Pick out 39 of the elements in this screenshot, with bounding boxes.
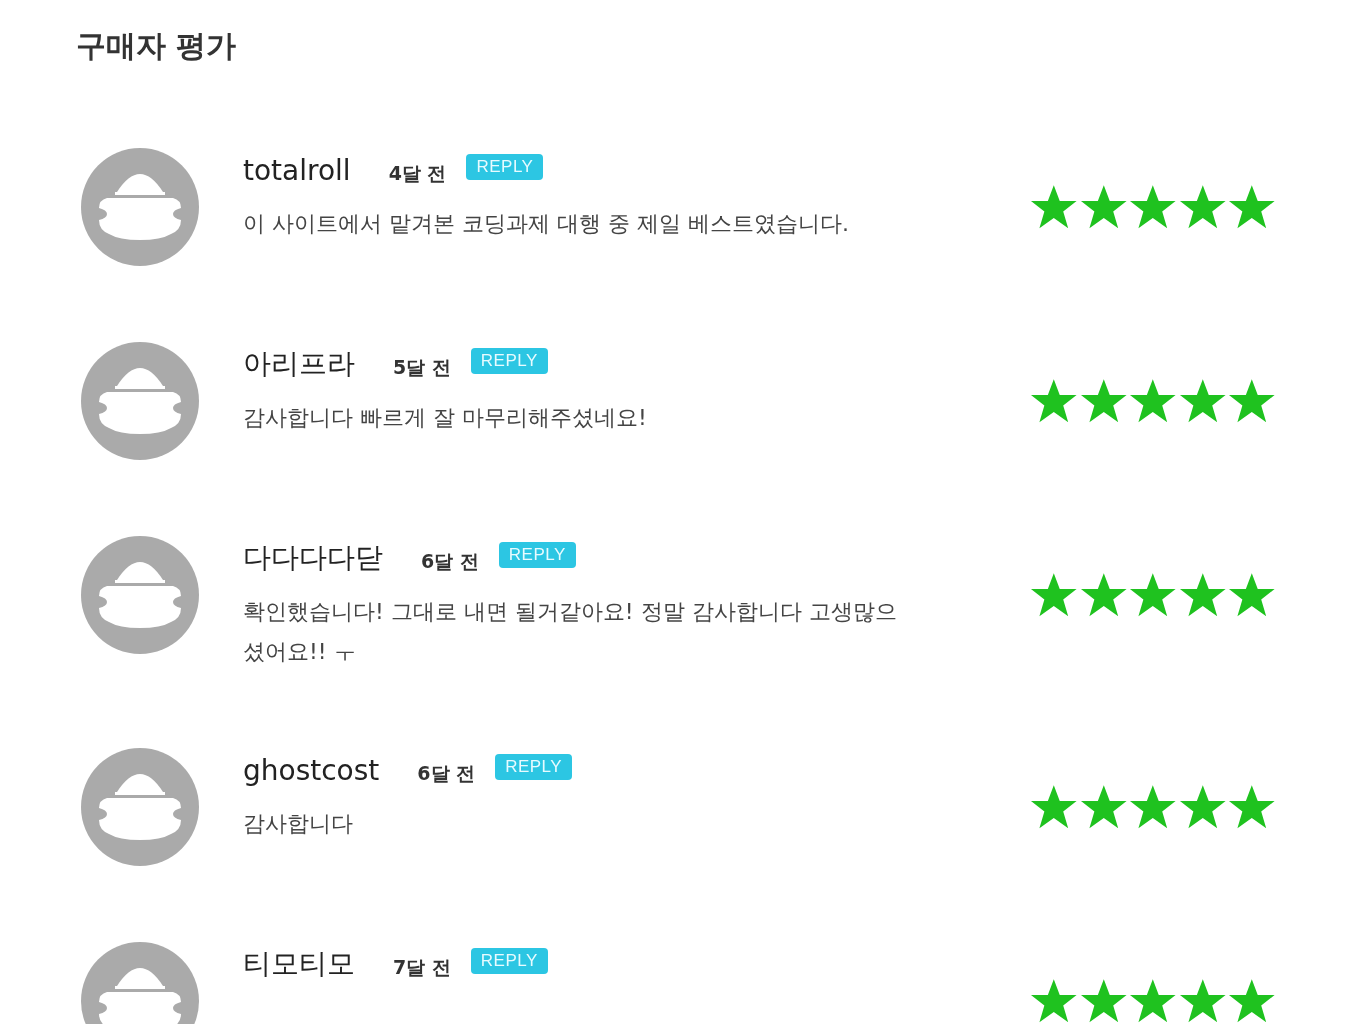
reply-button[interactable]: REPLY <box>470 348 548 374</box>
reviewer-name: ghostcost <box>243 753 380 787</box>
review-time: 7달 전 <box>393 955 451 980</box>
review-time: 5달 전 <box>393 355 451 380</box>
review-comment: 이 사이트에서 맡겨본 코딩과제 대행 중 제일 베스트였습니다. <box>243 210 850 238</box>
star-icon <box>1029 977 1079 1024</box>
review-time: 4달 전 <box>388 161 447 186</box>
star-icon <box>1128 977 1178 1024</box>
star-icon <box>1227 977 1277 1024</box>
reply-button[interactable]: REPLY <box>498 542 576 568</box>
review-comment: 확인했습니다! 그대로 내면 될거같아요! 정말 감사합니다 고생많으셨어요!! ㅜ <box>243 598 898 666</box>
review-time: 6달 전 <box>417 761 476 786</box>
star-icon <box>1227 183 1277 231</box>
reply-button[interactable]: REPLY <box>495 754 573 780</box>
avatar-icon <box>81 342 199 460</box>
review-time: 6달 전 <box>421 549 479 574</box>
star-icon <box>1227 783 1277 831</box>
star-icon <box>1128 183 1178 231</box>
avatar-icon <box>81 536 199 654</box>
section-title: 구매자 평가 <box>76 27 237 65</box>
review-comment: 감사합니다 <box>243 810 354 838</box>
avatar-icon <box>81 748 199 866</box>
star-icon <box>1227 571 1277 619</box>
reviewer-name: 티모티모 <box>243 946 355 982</box>
star-icon <box>1128 571 1178 619</box>
star-icon <box>1227 377 1277 425</box>
star-icon <box>1029 183 1079 231</box>
star-icon <box>1029 377 1079 425</box>
reviewer-name: 다다다다닫 <box>243 540 383 576</box>
star-icon <box>1029 571 1079 619</box>
star-icon <box>1029 783 1079 831</box>
reply-button[interactable]: REPLY <box>470 948 548 974</box>
avatar-icon <box>81 148 199 266</box>
star-icon <box>1128 377 1178 425</box>
reviewer-name: 아리프라 <box>243 346 355 382</box>
reply-button[interactable]: REPLY <box>466 154 544 180</box>
star-icon <box>1128 783 1178 831</box>
reviewer-name: totalroll <box>243 153 351 187</box>
review-comment: 감사합니다 빠르게 잘 마무리해주셨네요! <box>243 404 648 432</box>
